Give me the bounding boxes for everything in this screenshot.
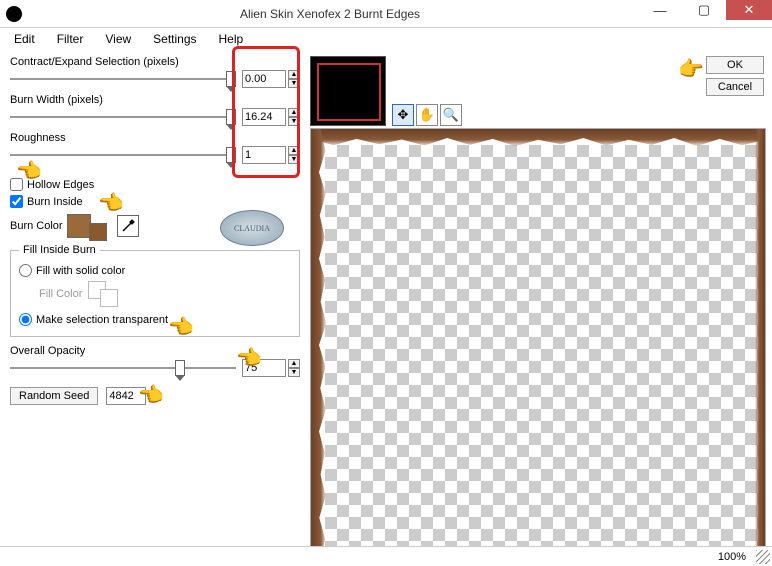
burn-color-primary-swatch[interactable] [67,214,91,238]
cancel-button[interactable]: Cancel [706,78,764,96]
maximize-button[interactable]: ▢ [682,0,726,20]
ok-button[interactable]: OK [706,56,764,74]
fill-transparent-label: Make selection transparent [36,314,168,326]
opacity-down[interactable]: ▼ [288,368,300,377]
pointer-icon: 👉 [100,190,125,215]
move-tool[interactable]: ✥ [392,104,414,126]
burn-color-label: Burn Color [10,220,63,232]
menu-view[interactable]: View [95,30,141,48]
app-icon [6,6,22,22]
menu-filter[interactable]: Filter [47,30,94,48]
zoom-tool[interactable]: 🔍 [440,104,462,126]
burnt-edge-effect [311,129,765,561]
burn-inside-checkbox[interactable] [10,195,23,208]
eyedropper-icon[interactable] [117,215,139,237]
statusbar: 100% [0,546,772,566]
close-button[interactable]: ✕ [726,0,772,20]
fill-inside-burn-group: Fill Inside Burn Fill with solid color F… [10,244,300,337]
pointer-icon: 👉 [140,382,165,407]
menubar: Edit Filter View Settings Help [0,28,772,50]
titlebar: Alien Skin Xenofex 2 Burnt Edges — ▢ ✕ [0,0,772,28]
pointer-icon: 👉 [18,158,43,183]
fill-solid-radio[interactable] [19,264,32,277]
watermark: CLAUDIA [220,210,284,246]
fill-transparent-radio[interactable] [19,313,32,326]
fill-color-swatches [88,281,124,307]
menu-edit[interactable]: Edit [4,30,45,48]
preview-panel: ✥ ✋ 🔍 OK Cancel 👉 [310,50,772,566]
resize-grip[interactable] [756,550,770,564]
hand-tool[interactable]: ✋ [416,104,438,126]
pointer-icon: 👉 [678,56,703,81]
burn-inside-label: Burn Inside [27,196,83,208]
contract-slider[interactable] [10,71,236,87]
opacity-slider[interactable] [10,360,236,376]
fill-legend: Fill Inside Burn [19,244,100,256]
random-seed-button[interactable]: Random Seed [10,387,98,405]
menu-settings[interactable]: Settings [143,30,206,48]
fill-color-label: Fill Color [39,288,82,300]
roughness-slider[interactable] [10,147,236,163]
window-title: Alien Skin Xenofex 2 Burnt Edges [22,7,638,21]
minimize-button[interactable]: — [638,0,682,20]
pointer-icon: 👉 [238,345,263,370]
highlight-box [232,46,300,178]
navigator-preview[interactable] [310,56,386,126]
fill-solid-label: Fill with solid color [36,265,125,277]
controls-panel: Contract/Expand Selection (pixels) ▲▼ Bu… [0,50,310,566]
burnwidth-slider[interactable] [10,109,236,125]
preview-canvas[interactable] [310,128,766,562]
navigator-rect[interactable] [317,63,381,121]
zoom-level: 100% [718,551,746,563]
burn-color-secondary-swatch[interactable] [89,223,107,241]
opacity-up[interactable]: ▲ [288,359,300,368]
pointer-icon: 👉 [170,314,195,339]
